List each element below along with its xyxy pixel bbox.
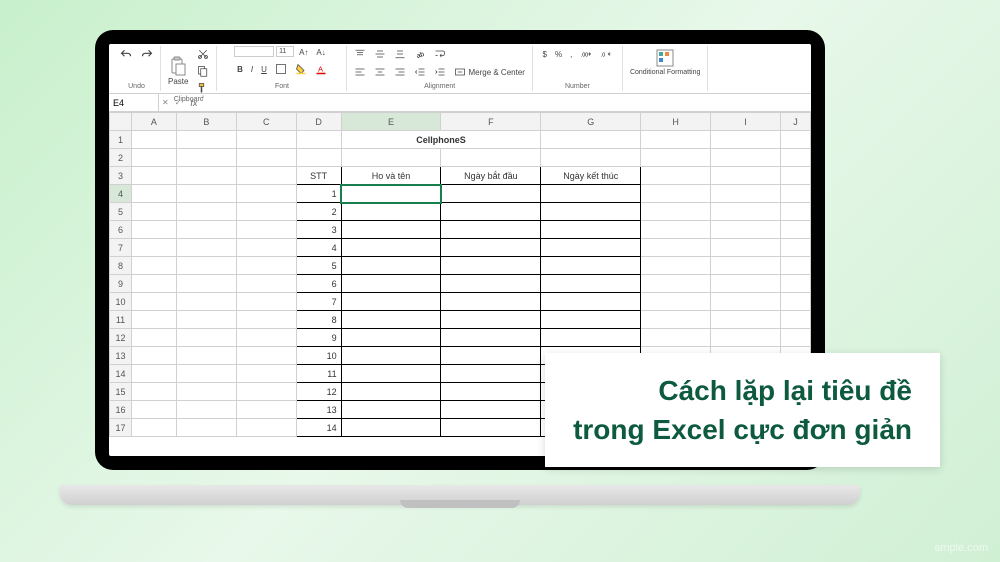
row-header[interactable]: 9	[110, 275, 132, 293]
row-header[interactable]: 11	[110, 311, 132, 329]
conditional-formatting-button[interactable]: Conditional Formatting	[627, 46, 703, 78]
orientation-button[interactable]: ab	[411, 46, 429, 62]
col-header-H[interactable]: H	[641, 113, 711, 131]
name-box[interactable]: E4	[109, 94, 159, 111]
font-group: 11 A↑ A↓ B I U A Font	[217, 46, 347, 91]
align-center-button[interactable]	[371, 64, 389, 80]
font-color-button[interactable]: A	[312, 61, 330, 77]
row-header[interactable]: 13	[110, 347, 132, 365]
increase-font-button[interactable]: A↑	[296, 46, 311, 59]
col-header-G[interactable]: G	[541, 113, 641, 131]
header-ngaybd[interactable]: Ngày bắt đầu	[441, 167, 541, 185]
header-ngaykt[interactable]: Ngày kết thúc	[541, 167, 641, 185]
cell-stt[interactable]: 1	[296, 185, 341, 203]
border-button[interactable]	[272, 61, 290, 77]
col-header-B[interactable]: B	[176, 113, 236, 131]
row-header[interactable]: 14	[110, 365, 132, 383]
laptop-base	[60, 485, 860, 505]
decrease-font-button[interactable]: A↓	[313, 46, 328, 59]
sheet-title[interactable]: CellphoneS	[341, 131, 541, 149]
align-bottom-button[interactable]	[391, 46, 409, 62]
col-header-J[interactable]: J	[780, 113, 810, 131]
row-header[interactable]: 12	[110, 329, 132, 347]
formula-input[interactable]	[203, 98, 811, 108]
caption-box: Cách lặp lại tiêu đề trong Excel cực đơn…	[545, 353, 940, 467]
bold-button[interactable]: B	[234, 61, 246, 77]
row-header[interactable]: 16	[110, 401, 132, 419]
watermark: ample.com	[934, 542, 988, 554]
align-left-button[interactable]	[351, 64, 369, 80]
clipboard-group: Paste Clipboard	[161, 46, 217, 91]
row-header[interactable]: 17	[110, 419, 132, 437]
increase-decimal-button[interactable]: .00	[577, 46, 595, 62]
col-header-A[interactable]: A	[131, 113, 176, 131]
caption-line1: Cách lặp lại tiêu đề	[573, 371, 912, 410]
col-header-D[interactable]: D	[296, 113, 341, 131]
row-header[interactable]: 3	[110, 167, 132, 185]
row-header[interactable]: 7	[110, 239, 132, 257]
cut-button[interactable]	[194, 46, 212, 62]
undo-group: Undo	[113, 46, 161, 91]
currency-button[interactable]: $	[540, 46, 550, 62]
col-header-I[interactable]: I	[711, 113, 781, 131]
font-label: Font	[275, 83, 289, 91]
increase-indent-button[interactable]	[431, 64, 449, 80]
row-header[interactable]: 1	[110, 131, 132, 149]
svg-text:.00: .00	[581, 52, 588, 58]
italic-button[interactable]: I	[248, 61, 256, 77]
row-header[interactable]: 5	[110, 203, 132, 221]
svg-text:A: A	[318, 64, 323, 73]
decrease-indent-button[interactable]	[411, 64, 429, 80]
underline-button[interactable]: U	[258, 61, 270, 77]
align-right-button[interactable]	[391, 64, 409, 80]
header-stt[interactable]: STT	[296, 167, 341, 185]
fx-icon[interactable]: fx	[184, 98, 203, 108]
redo-button[interactable]	[138, 46, 156, 62]
styles-group: Conditional Formatting	[623, 46, 708, 91]
align-top-button[interactable]	[351, 46, 369, 62]
fx-confirm-button[interactable]: ✓	[172, 96, 185, 109]
col-header-E[interactable]: E	[341, 113, 441, 131]
copy-button[interactable]	[194, 63, 212, 79]
formula-bar: E4 ✕ ✓ fx	[109, 94, 811, 112]
fx-cancel-button[interactable]: ✕	[159, 96, 172, 109]
decrease-decimal-button[interactable]: .0	[597, 46, 615, 62]
col-header-F[interactable]: F	[441, 113, 541, 131]
merge-center-button[interactable]: Merge & Center	[451, 64, 527, 80]
font-family-select[interactable]	[234, 46, 274, 57]
percent-button[interactable]: %	[552, 46, 565, 62]
row-header[interactable]: 8	[110, 257, 132, 275]
caption-line2: trong Excel cực đơn giản	[573, 410, 912, 449]
number-group: $ % , .00 .0 Number	[533, 46, 623, 91]
row-header[interactable]: 10	[110, 293, 132, 311]
alignment-group: ab Merge & Center Alignment	[347, 46, 532, 91]
row-header[interactable]: 2	[110, 149, 132, 167]
row-header[interactable]: 4	[110, 185, 132, 203]
row-header[interactable]: 15	[110, 383, 132, 401]
paste-button[interactable]: Paste	[165, 54, 191, 88]
undo-button[interactable]	[117, 46, 135, 62]
fill-color-button[interactable]	[292, 61, 310, 77]
svg-text:ab: ab	[416, 51, 426, 60]
header-hoten[interactable]: Ho và tên	[341, 167, 441, 185]
ribbon: Undo Paste Clipboard	[109, 44, 811, 94]
wrap-text-button[interactable]	[431, 46, 449, 62]
number-label: Number	[565, 83, 590, 91]
row-header[interactable]: 6	[110, 221, 132, 239]
select-all-corner[interactable]	[110, 113, 132, 131]
font-size-select[interactable]: 11	[276, 46, 294, 57]
laptop-notch	[400, 500, 520, 508]
comma-button[interactable]: ,	[567, 46, 575, 62]
undo-label: Undo	[128, 83, 145, 91]
active-cell[interactable]	[341, 185, 441, 203]
format-painter-button[interactable]	[194, 80, 212, 96]
col-header-C[interactable]: C	[236, 113, 296, 131]
alignment-label: Alignment	[424, 83, 455, 91]
align-middle-button[interactable]	[371, 46, 389, 62]
svg-text:.0: .0	[601, 52, 605, 58]
